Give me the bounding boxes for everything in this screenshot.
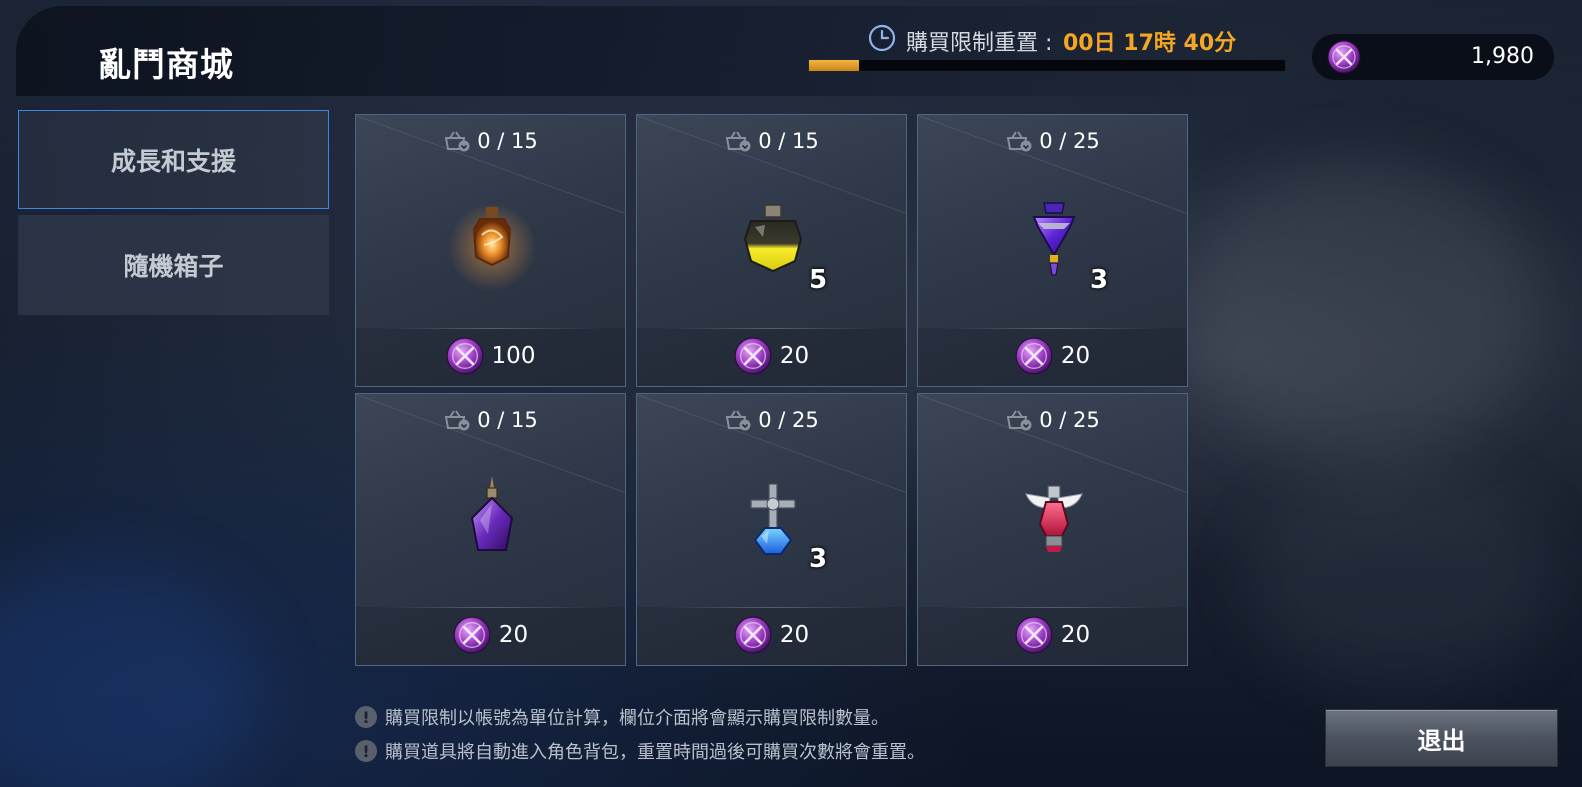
purchase-limit: 0 / 15	[637, 129, 906, 153]
card-divider	[376, 328, 605, 329]
price-row: 100	[356, 337, 625, 375]
basket-icon	[445, 131, 470, 152]
purchase-limit: 0 / 25	[637, 408, 906, 432]
orange-lantern-potion-icon	[448, 203, 536, 291]
shop-item-card[interactable]: 0 / 25 3 20	[636, 393, 907, 666]
purchase-limit: 0 / 25	[918, 408, 1187, 432]
card-divider	[938, 607, 1167, 608]
card-divider	[657, 328, 886, 329]
card-divider	[938, 328, 1167, 329]
purchase-limit-count: 0 / 15	[477, 129, 538, 153]
shop-screen: 亂鬥商城 購買限制重置 : 00日 17時 40分 1,980 成長和支援 隨機…	[0, 0, 1582, 787]
item-quantity: 5	[809, 265, 828, 295]
price-row: 20	[637, 337, 906, 375]
background-fog	[1180, 160, 1540, 460]
purple-crystal-bottle-icon	[470, 476, 514, 551]
background-fog	[1250, 470, 1550, 690]
basket-icon	[1007, 131, 1032, 152]
basket-icon	[726, 410, 751, 431]
red-winged-potion-icon	[1025, 485, 1083, 552]
item-price: 20	[1060, 343, 1091, 369]
purple-coin-icon	[734, 616, 772, 654]
purchase-limit-count: 0 / 25	[1039, 129, 1100, 153]
yellow-potion-icon	[743, 204, 803, 273]
purple-coin-icon	[1327, 40, 1361, 74]
price-row: 20	[918, 616, 1187, 654]
item-price: 100	[491, 343, 536, 369]
item-price: 20	[498, 622, 529, 648]
purple-coin-icon	[453, 616, 491, 654]
notice-text: 購買道具將自動進入角色背包，重置時間過後可購買次數將會重置。	[385, 742, 925, 763]
purple-diamond-potion-icon	[1032, 202, 1076, 276]
card-divider	[376, 607, 605, 608]
clock-icon	[868, 24, 896, 52]
notice-item: ! 購買限制以帳號為單位計算，欄位介面將會顯示購買限制數量。	[355, 700, 925, 734]
basket-icon	[445, 410, 470, 431]
shop-item-card[interactable]: 0 / 15	[355, 114, 626, 387]
currency-amount: 1,980	[1471, 44, 1534, 69]
item-price: 20	[779, 343, 810, 369]
price-row: 20	[918, 337, 1187, 375]
purchase-limit-count: 0 / 25	[1039, 408, 1100, 432]
exclamation-icon: !	[355, 706, 377, 728]
blue-cross-potion-icon	[750, 483, 796, 555]
currency-balance: 1,980	[1312, 34, 1554, 80]
tab-label: 成長和支援	[110, 146, 236, 176]
tab-growth-support[interactable]: 成長和支援	[18, 110, 329, 209]
purchase-limit-count: 0 / 25	[758, 408, 819, 432]
item-quantity: 3	[1090, 265, 1109, 295]
purchase-limit-count: 0 / 15	[758, 129, 819, 153]
price-row: 20	[356, 616, 625, 654]
reset-progress-fill	[809, 60, 860, 71]
exit-button-label: 退出	[1417, 726, 1466, 755]
shop-item-card[interactable]: 0 / 15	[355, 393, 626, 666]
tab-label: 隨機箱子	[123, 252, 224, 281]
page-title: 亂鬥商城	[98, 45, 234, 84]
reset-label: 購買限制重置 :	[906, 31, 1053, 56]
shop-item-card[interactable]: 0 / 25 3 20	[917, 114, 1188, 387]
purple-coin-icon	[446, 337, 483, 375]
notice-item: ! 購買道具將自動進入角色背包，重置時間過後可購買次數將會重置。	[355, 734, 925, 768]
card-divider	[657, 607, 886, 608]
tab-random-box[interactable]: 隨機箱子	[18, 215, 329, 315]
shop-item-card[interactable]: 0 / 25 20	[917, 393, 1188, 666]
reset-progress-bar	[808, 59, 1286, 72]
purple-coin-icon	[1015, 337, 1053, 375]
purple-coin-icon	[734, 337, 772, 375]
item-price: 20	[779, 622, 810, 648]
purchase-limit: 0 / 15	[356, 408, 625, 432]
exit-button[interactable]: 退出	[1325, 709, 1558, 767]
purchase-limit: 0 / 15	[356, 129, 625, 153]
notice-text: 購買限制以帳號為單位計算，欄位介面將會顯示購買限制數量。	[385, 708, 889, 729]
basket-icon	[1007, 410, 1032, 431]
shop-item-card[interactable]: 0 / 15 5 20	[636, 114, 907, 387]
reset-countdown: 00日 17時 40分	[1063, 31, 1237, 56]
background-glow	[0, 560, 260, 787]
reset-timer: 購買限制重置 : 00日 17時 40分	[808, 24, 1286, 72]
item-quantity: 3	[809, 544, 828, 574]
basket-icon	[726, 131, 751, 152]
item-price: 20	[1060, 622, 1091, 648]
price-row: 20	[637, 616, 906, 654]
notice-list: ! 購買限制以帳號為單位計算，欄位介面將會顯示購買限制數量。 ! 購買道具將自動…	[355, 700, 925, 768]
purchase-limit-count: 0 / 15	[477, 408, 538, 432]
purchase-limit: 0 / 25	[918, 129, 1187, 153]
purple-coin-icon	[1015, 616, 1053, 654]
exclamation-icon: !	[355, 740, 377, 762]
